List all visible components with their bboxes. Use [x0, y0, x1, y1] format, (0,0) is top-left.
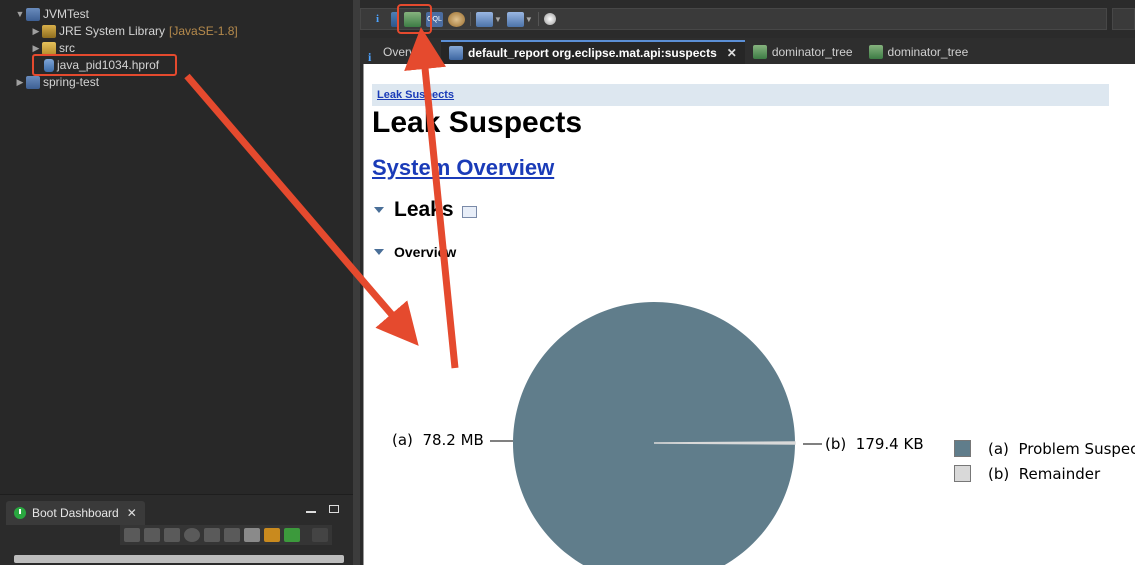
boot-dashboard: Boot Dashboard ✕ — [0, 494, 353, 565]
hprof-highlight-box — [32, 54, 177, 76]
tab-dominator-tree[interactable]: dominator_tree — [745, 40, 861, 64]
tree-item-spring-test[interactable]: ▶ spring-test — [14, 74, 99, 91]
chevron-down-icon[interactable]: ▼ — [494, 15, 502, 24]
legend-swatch — [954, 440, 971, 457]
tree-item-jre-library[interactable]: ▶ JRE System Library [JavaSE-1.8] — [30, 23, 238, 40]
close-icon[interactable]: ✕ — [127, 501, 137, 525]
project-icon — [26, 76, 40, 89]
slice-a-label: (a) 78.2 MB — [392, 431, 484, 449]
editor-tabs: i Overview default_report org.eclipse.ma… — [360, 38, 1135, 64]
close-icon[interactable]: ✕ — [727, 41, 737, 65]
collapse-twisty-icon[interactable]: ▼ — [14, 6, 26, 23]
dominator-tree-icon — [868, 45, 883, 59]
toolbar-separator — [537, 12, 539, 26]
boot-filter-bar[interactable] — [14, 555, 344, 563]
legend-label: Remainder — [1018, 464, 1101, 483]
expand-twisty-icon[interactable]: ▶ — [30, 23, 42, 40]
search-icon[interactable] — [543, 13, 556, 25]
table-icon[interactable] — [244, 528, 260, 542]
edit-icon[interactable] — [224, 528, 240, 542]
leak-pie-chart — [490, 302, 822, 565]
maximize-icon[interactable] — [329, 505, 339, 513]
run-report-icon[interactable] — [476, 11, 493, 27]
heap-dump-overview-icon[interactable] — [448, 11, 465, 27]
toolbar-end — [1112, 8, 1135, 30]
legend-tag: (a) — [988, 439, 1009, 458]
library-icon — [42, 25, 56, 38]
legend-item: (b) Remainder — [954, 461, 1135, 486]
pie-slice-b — [653, 441, 796, 445]
chevron-down-icon[interactable]: ▼ — [525, 15, 533, 24]
tab-dominator-tree[interactable]: dominator_tree — [861, 40, 977, 64]
legend-swatch — [954, 465, 971, 482]
tree-item-label: JRE System Library — [59, 24, 166, 38]
slice-b-label: (b) 179.4 KB — [825, 435, 924, 453]
debug-icon[interactable] — [144, 528, 160, 542]
slice-a-value: 78.2 MB — [422, 431, 484, 449]
mat-toolbar: i OQL ▼ ▼ — [360, 8, 1107, 30]
tab-label: default_report org.eclipse.mat.api:suspe… — [468, 46, 717, 60]
boot-dashboard-label: Boot Dashboard — [32, 506, 119, 520]
overview-info-icon[interactable]: i — [369, 12, 386, 27]
report-icon — [449, 46, 464, 60]
tree-item-jvmtest[interactable]: ▼ JVMTest — [14, 6, 89, 23]
library-version: [JavaSE-1.8] — [169, 24, 238, 38]
info-icon: i — [368, 50, 372, 64]
tab-default-report[interactable]: default_report org.eclipse.mat.api:suspe… — [441, 40, 745, 64]
legend-tag: (b) — [988, 464, 1010, 483]
leak-suspects-report: Leak Suspects Leak Suspects System Overv… — [363, 64, 1135, 565]
tree-item-label: JVMTest — [43, 7, 90, 21]
expand-twisty-icon[interactable]: ▶ — [14, 74, 26, 91]
pie-slice-a — [513, 302, 795, 565]
query-browser-icon[interactable] — [506, 11, 524, 27]
start-icon[interactable] — [124, 528, 140, 542]
tree-item-label: spring-test — [43, 75, 100, 89]
boot-dashboard-tab[interactable]: Boot Dashboard ✕ — [6, 501, 145, 525]
project-explorer: ▼ JVMTest ▶ JRE System Library [JavaSE-1… — [0, 0, 353, 494]
tab-label: Overview — [383, 45, 434, 59]
legend-label: Problem Suspect 1 — [1018, 439, 1135, 458]
expose-icon[interactable] — [264, 528, 280, 542]
console-icon[interactable] — [204, 528, 220, 542]
dominator-tree-highlight-box — [397, 4, 432, 34]
eclipse-mat-window: ▼ JVMTest ▶ JRE System Library [JavaSE-1… — [0, 0, 1135, 565]
chart-legend: (a) Problem Suspect 1 (b) Remainder — [954, 436, 1135, 486]
tab-label: dominator_tree — [887, 45, 969, 59]
stop-icon[interactable] — [164, 528, 180, 542]
slice-a-tag: (a) — [392, 431, 413, 449]
globe-icon[interactable] — [184, 528, 200, 542]
legend-item: (a) Problem Suspect 1 — [954, 436, 1135, 461]
add-icon[interactable] — [284, 528, 300, 542]
view-separator — [353, 0, 360, 565]
tab-label: dominator_tree — [771, 45, 853, 59]
tab-overview[interactable]: i Overview — [360, 40, 441, 64]
toolbar-separator — [470, 12, 471, 26]
slice-b-tag: (b) — [825, 435, 847, 453]
boot-toolbar — [120, 525, 332, 545]
power-icon — [14, 507, 26, 519]
project-icon — [26, 8, 40, 21]
minimize-icon[interactable] — [306, 505, 316, 513]
slice-b-value: 179.4 KB — [855, 435, 924, 453]
dominator-tree-icon — [752, 45, 767, 59]
view-menu-icon[interactable] — [312, 528, 328, 542]
